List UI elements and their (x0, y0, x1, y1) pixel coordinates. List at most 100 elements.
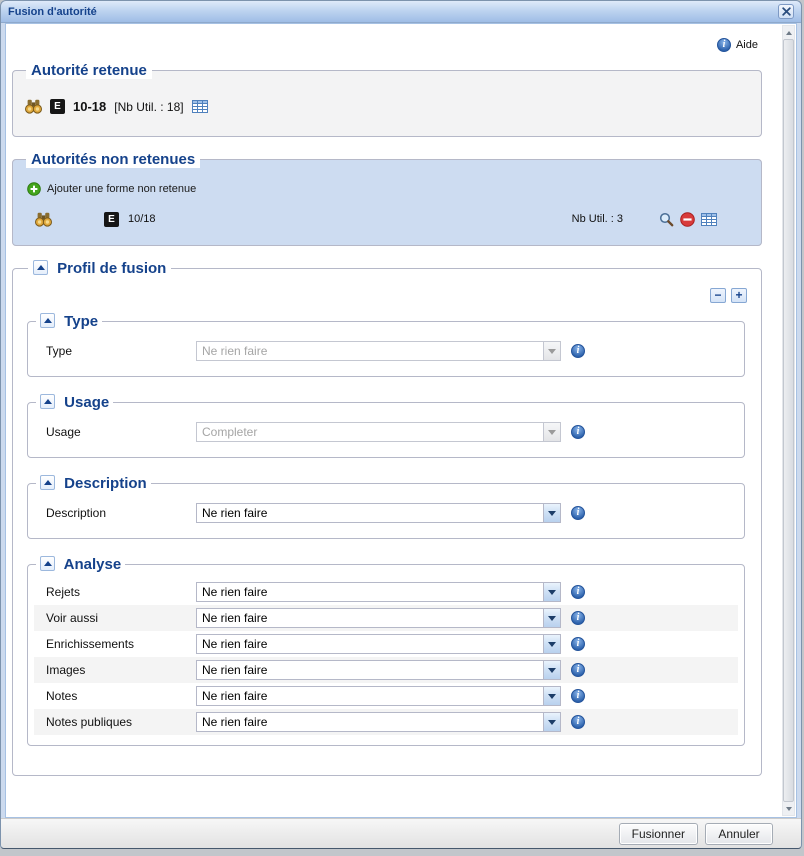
fusionner-button[interactable]: Fusionner (619, 823, 698, 845)
field-row: Rejets Ne rien faire i (34, 579, 738, 605)
field-row: Voir aussi Ne rien faire i (34, 605, 738, 631)
close-icon (782, 7, 791, 16)
collapse-icon[interactable] (40, 475, 55, 490)
merge-profile-legend-text: Profil de fusion (57, 260, 166, 277)
dialog-body: i Aide Autorité retenue E (5, 23, 797, 818)
chevron-down-icon[interactable] (543, 504, 560, 522)
collapse-icon[interactable] (33, 260, 48, 275)
field-label: Description (46, 506, 196, 520)
rejets-select[interactable]: Ne rien faire (196, 582, 561, 602)
combo-value: Ne rien faire (197, 609, 543, 627)
chevron-down-icon[interactable] (543, 423, 560, 441)
field-label: Notes publiques (46, 715, 196, 729)
chevron-down-icon[interactable] (543, 687, 560, 705)
field-row: Type Ne rien faire i (34, 339, 738, 363)
usage-section: Usage Usage Completer i (27, 394, 745, 458)
info-icon[interactable]: i (571, 425, 585, 439)
non-retained-code: 10/18 (128, 213, 156, 225)
field-row: Description Ne rien faire i (34, 501, 738, 525)
field-label: Rejets (46, 585, 196, 599)
chevron-down-icon[interactable] (543, 713, 560, 731)
description-legend-text: Description (64, 475, 147, 492)
retained-usage-count: [Nb Util. : 18] (114, 100, 183, 114)
combo-value: Ne rien faire (197, 583, 543, 601)
voir-aussi-select[interactable]: Ne rien faire (196, 608, 561, 628)
scroll-up-button[interactable] (783, 26, 794, 39)
binoculars-icon (25, 99, 42, 114)
combo-value: Ne rien faire (197, 713, 543, 731)
usage-select[interactable]: Completer (196, 422, 561, 442)
binoculars-icon (35, 212, 52, 227)
type-legend-text: Type (64, 313, 98, 330)
non-retained-legend: Autorités non retenues (26, 151, 200, 168)
authority-type-icon: E (50, 99, 65, 114)
chevron-down-icon[interactable] (543, 342, 560, 360)
info-icon[interactable]: i (571, 611, 585, 625)
info-icon[interactable]: i (571, 506, 585, 520)
description-section-legend: Description (36, 475, 151, 492)
chevron-down-icon[interactable] (543, 583, 560, 601)
usage-section-legend: Usage (36, 394, 113, 411)
annuler-button[interactable]: Annuler (705, 823, 773, 845)
non-retained-usage-count: Nb Util. : 3 (572, 213, 623, 225)
type-select[interactable]: Ne rien faire (196, 341, 561, 361)
profile-tools: − + (27, 288, 747, 303)
combo-value: Ne rien faire (197, 635, 543, 653)
window-titlebar[interactable]: Fusion d'autorité (1, 1, 801, 23)
chevron-down-icon[interactable] (543, 661, 560, 679)
collapse-icon[interactable] (40, 313, 55, 328)
dialog-footer: Fusionner Annuler (1, 818, 801, 848)
chevron-down-icon[interactable] (543, 635, 560, 653)
add-icon (27, 182, 41, 196)
info-icon[interactable]: i (571, 585, 585, 599)
table-icon[interactable] (701, 213, 717, 226)
field-label: Notes (46, 689, 196, 703)
scrollbar-thumb[interactable] (783, 39, 794, 802)
help-link[interactable]: i Aide (12, 24, 762, 62)
field-row: Enrichissements Ne rien faire i (34, 631, 738, 657)
expand-all-button[interactable]: + (731, 288, 747, 303)
retained-authority-fieldset: Autorité retenue E 10-18 [Nb Util. : 18] (12, 62, 762, 137)
info-icon: i (717, 38, 731, 52)
non-retained-fieldset: Autorités non retenues Ajouter une forme… (12, 151, 762, 246)
info-icon[interactable]: i (571, 663, 585, 677)
scroll-down-button[interactable] (783, 802, 794, 815)
type-section: Type Type Ne rien faire i (27, 313, 745, 377)
field-label: Voir aussi (46, 611, 196, 625)
info-icon[interactable]: i (571, 715, 585, 729)
info-icon[interactable]: i (571, 344, 585, 358)
notes-select[interactable]: Ne rien faire (196, 686, 561, 706)
retained-authority-code: 10-18 (73, 99, 106, 114)
dialog-content: i Aide Autorité retenue E (6, 24, 796, 817)
table-icon[interactable] (192, 100, 208, 113)
remove-icon[interactable] (680, 212, 695, 227)
notes-publiques-select[interactable]: Ne rien faire (196, 712, 561, 732)
chevron-down-icon[interactable] (543, 609, 560, 627)
combo-value: Ne rien faire (197, 504, 543, 522)
type-section-legend: Type (36, 313, 102, 330)
collapse-all-button[interactable]: − (710, 288, 726, 303)
merge-profile-fieldset: Profil de fusion − + Type Type Ne ri (12, 260, 762, 776)
info-icon[interactable]: i (571, 689, 585, 703)
combo-value: Completer (197, 423, 543, 441)
combo-value: Ne rien faire (197, 342, 543, 360)
non-retained-actions (659, 212, 717, 227)
scrollbar[interactable] (782, 25, 795, 816)
close-button[interactable] (778, 4, 794, 19)
field-label: Type (46, 344, 196, 358)
enrichissements-select[interactable]: Ne rien faire (196, 634, 561, 654)
merge-profile-legend: Profil de fusion (28, 260, 171, 277)
collapse-icon[interactable] (40, 556, 55, 571)
add-non-retained-link[interactable]: Ajouter une forme non retenue (27, 182, 749, 196)
usage-legend-text: Usage (64, 394, 109, 411)
analyse-legend-text: Analyse (64, 556, 122, 573)
search-icon[interactable] (659, 212, 674, 227)
info-icon[interactable]: i (571, 637, 585, 651)
description-select[interactable]: Ne rien faire (196, 503, 561, 523)
combo-value: Ne rien faire (197, 687, 543, 705)
collapse-icon[interactable] (40, 394, 55, 409)
field-row: Images Ne rien faire i (34, 657, 738, 683)
field-label: Usage (46, 425, 196, 439)
images-select[interactable]: Ne rien faire (196, 660, 561, 680)
analyse-section-legend: Analyse (36, 556, 125, 573)
